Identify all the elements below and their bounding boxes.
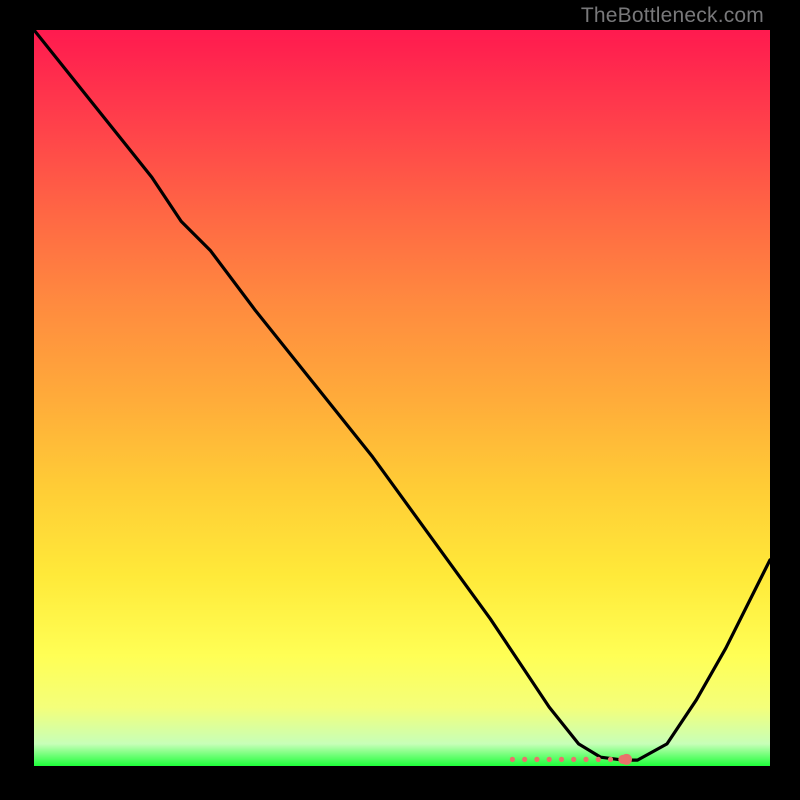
marker-dot bbox=[571, 757, 576, 762]
watermark-text: TheBottleneck.com bbox=[581, 4, 764, 28]
marker-point bbox=[621, 754, 632, 765]
plot-area bbox=[34, 30, 770, 766]
curve-layer bbox=[34, 30, 770, 766]
marker-dot bbox=[522, 757, 527, 762]
bottleneck-curve bbox=[34, 30, 770, 760]
chart-canvas: TheBottleneck.com bbox=[0, 0, 800, 800]
marker-dot bbox=[583, 757, 588, 762]
marker-dot bbox=[510, 757, 515, 762]
marker-dot bbox=[596, 757, 601, 762]
marker-dot bbox=[559, 757, 564, 762]
marker-dot bbox=[534, 757, 539, 762]
marker-dot bbox=[608, 757, 613, 762]
marker-dot bbox=[547, 757, 552, 762]
